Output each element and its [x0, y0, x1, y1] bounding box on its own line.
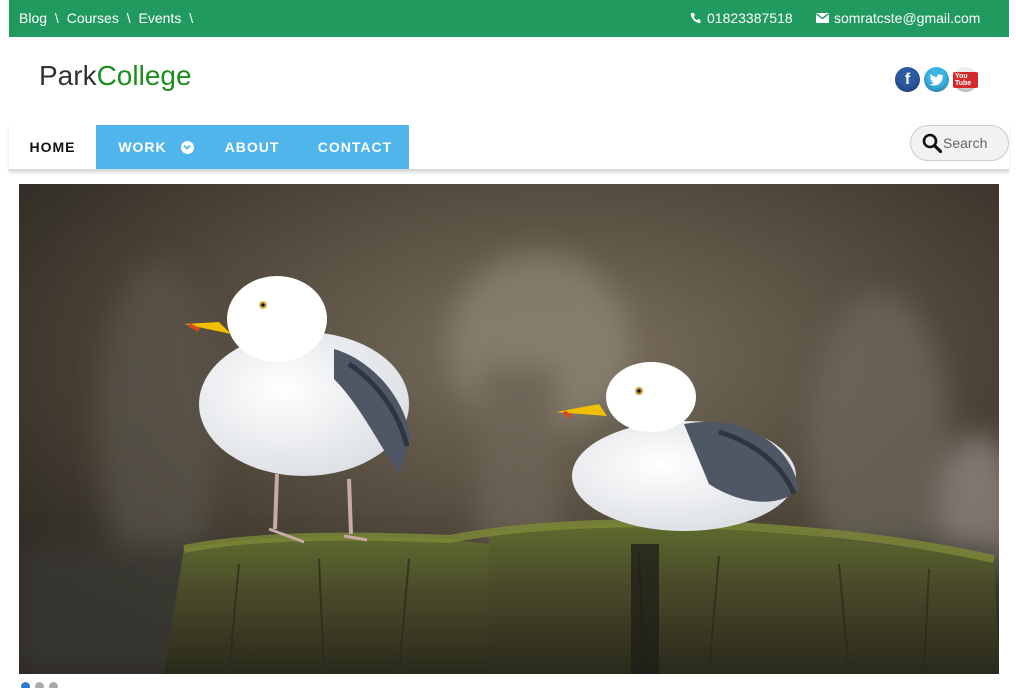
- envelope-icon: [815, 11, 829, 25]
- twitter-icon[interactable]: [924, 67, 949, 92]
- breadcrumb-courses[interactable]: Courses: [67, 10, 119, 26]
- breadcrumb-separator: \: [54, 10, 59, 26]
- chevron-down-icon: [180, 140, 194, 154]
- search-box[interactable]: [910, 125, 1009, 161]
- search-icon[interactable]: [921, 132, 943, 154]
- nav-item-work[interactable]: WORK: [116, 125, 196, 169]
- slider-dot[interactable]: [49, 682, 58, 688]
- page: Blog \ Courses \ Events \ 01823387518 so…: [0, 0, 1016, 688]
- site-logo[interactable]: ParkCollege: [39, 60, 192, 92]
- contact-email: somratcste@gmail.com: [815, 10, 980, 26]
- hero-image: [19, 184, 999, 674]
- youtube-glyph: You Tube: [953, 71, 978, 88]
- nav-label-home: HOME: [29, 139, 76, 155]
- logo-text-park: Park: [39, 60, 97, 91]
- email-address: somratcste@gmail.com: [834, 10, 981, 26]
- slider-dot[interactable]: [21, 682, 30, 688]
- breadcrumb-events[interactable]: Events: [139, 10, 182, 26]
- logo-text-college: College: [96, 60, 192, 91]
- youtube-icon[interactable]: You Tube: [953, 67, 978, 92]
- phone-icon: [688, 11, 702, 25]
- slider-dot[interactable]: [35, 682, 44, 688]
- facebook-icon[interactable]: f: [895, 67, 920, 92]
- facebook-glyph: f: [904, 70, 911, 88]
- nav-label-contact: CONTACT: [317, 139, 393, 155]
- nav-label-work: WORK: [118, 139, 167, 155]
- social-links: f You Tube: [895, 67, 978, 92]
- nav-item-home[interactable]: HOME: [9, 125, 96, 169]
- phone-number: 01823387518: [707, 10, 793, 26]
- breadcrumb-separator: \: [126, 10, 131, 26]
- slider-pagination: [21, 682, 58, 688]
- nav-item-about[interactable]: ABOUT: [207, 125, 297, 169]
- breadcrumb-separator: \: [189, 10, 194, 26]
- top-bar: Blog \ Courses \ Events \ 01823387518 so…: [9, 0, 1009, 37]
- main-nav: HOME WORK ABOUT CONTACT: [9, 125, 1009, 171]
- breadcrumb: Blog \ Courses \ Events \: [19, 10, 197, 26]
- breadcrumb-blog[interactable]: Blog: [19, 10, 47, 26]
- contact-phone: 01823387518: [688, 10, 793, 26]
- search-input[interactable]: [943, 135, 1005, 151]
- nav-item-contact[interactable]: CONTACT: [305, 125, 405, 169]
- hero-slider: [19, 184, 999, 674]
- nav-label-about: ABOUT: [224, 139, 280, 155]
